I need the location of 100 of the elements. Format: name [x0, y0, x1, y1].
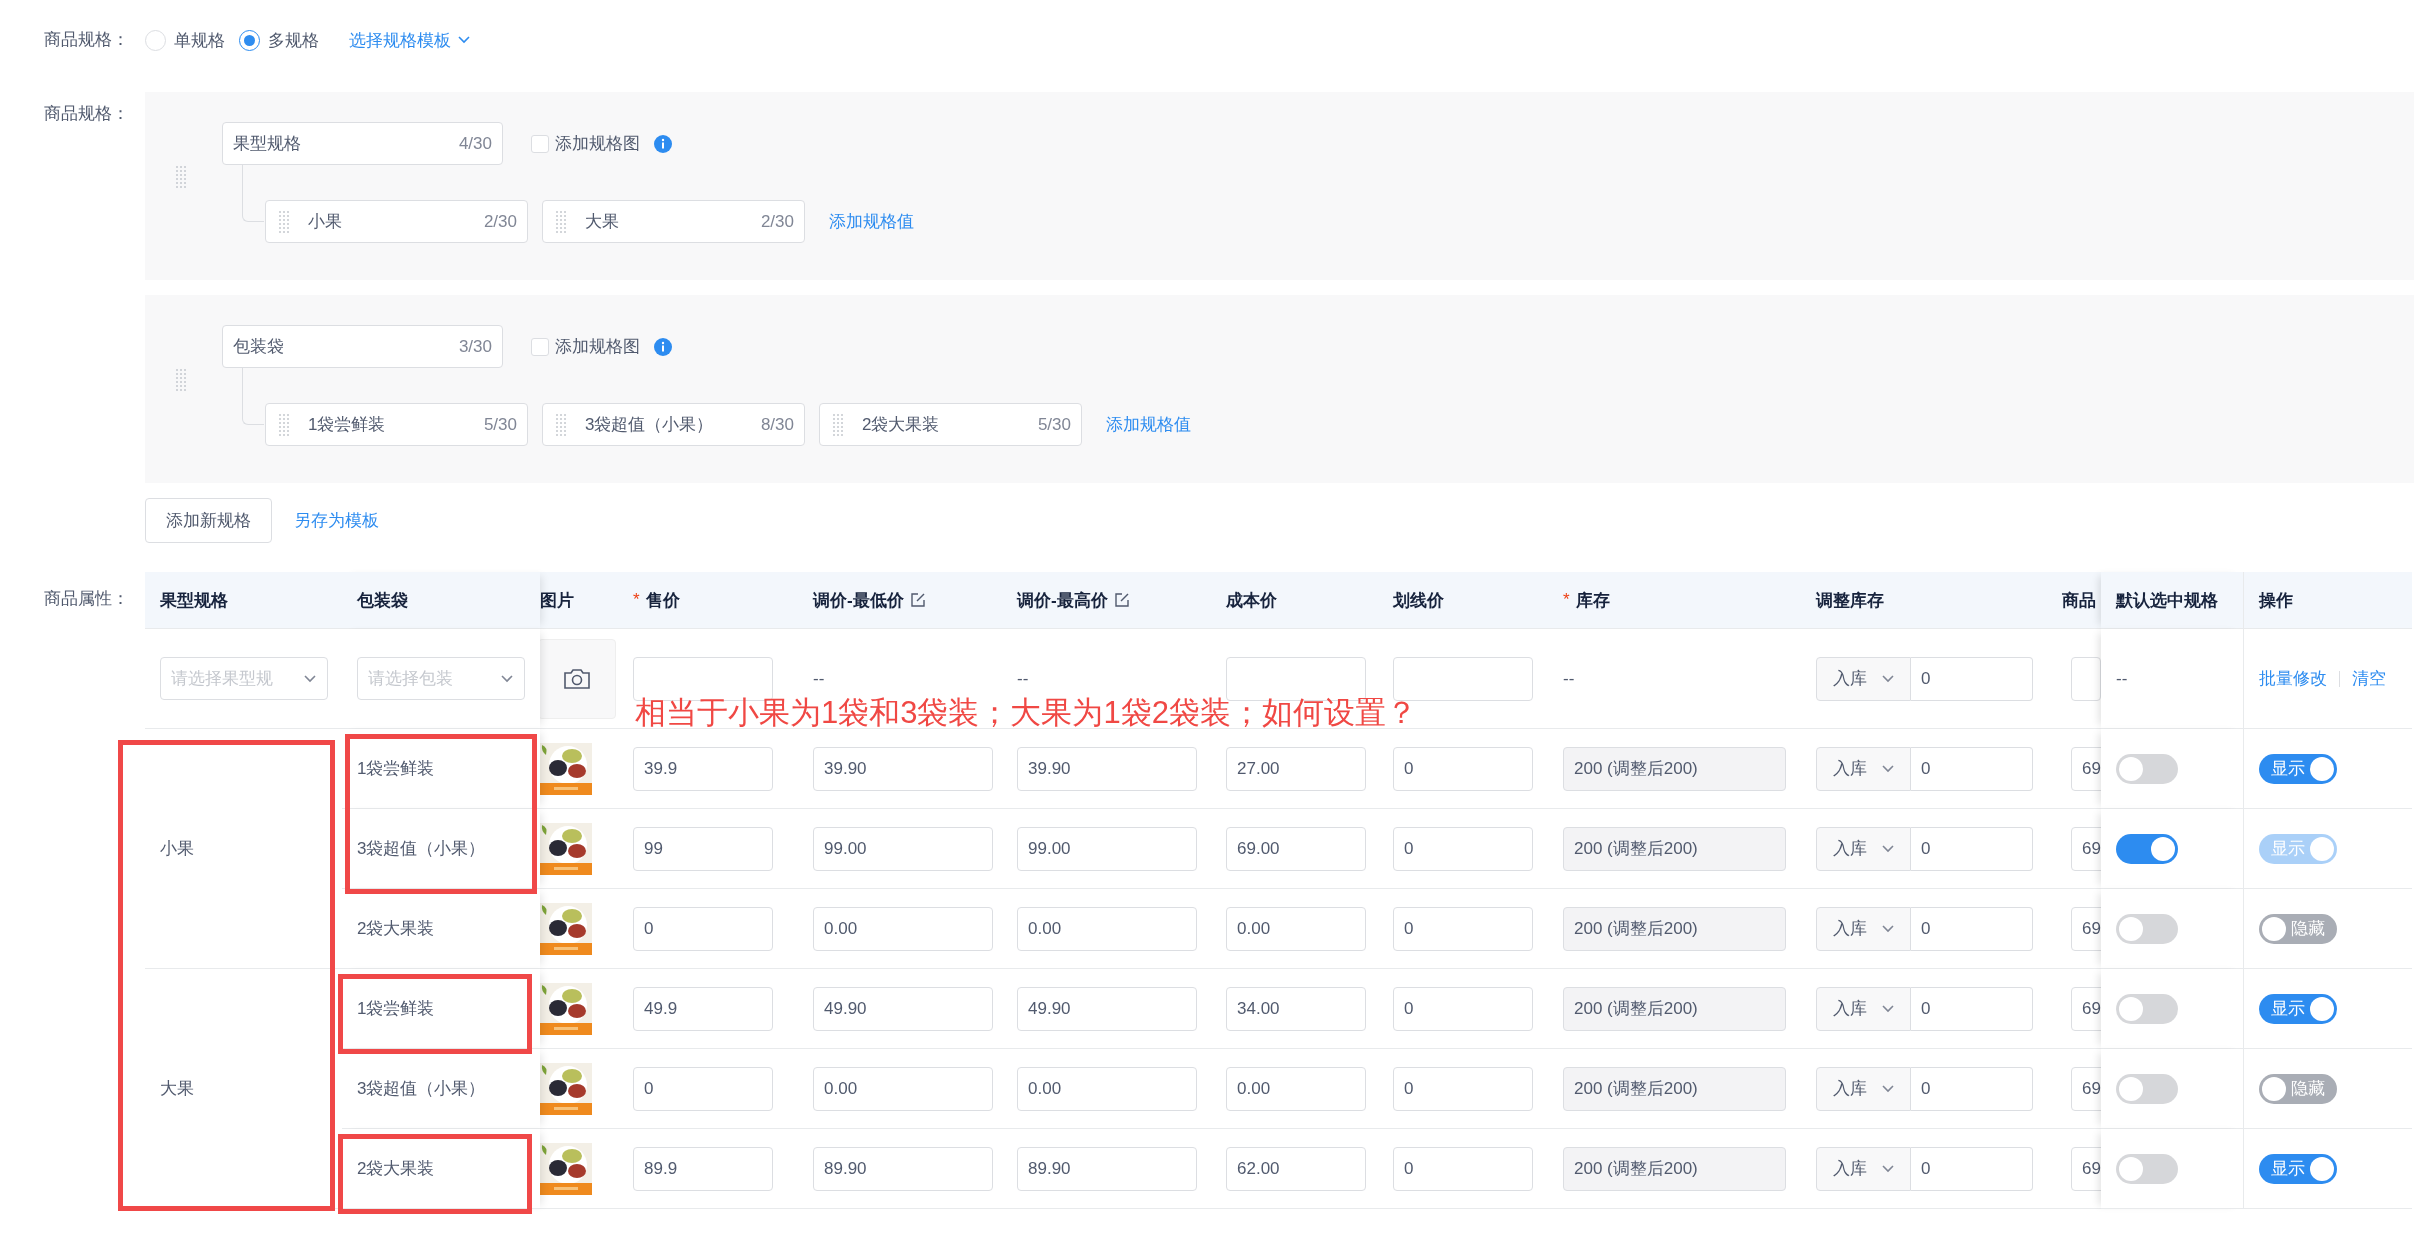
template-dropdown-link[interactable]: 选择规格模板 — [349, 28, 471, 52]
quantity-field[interactable]: 0 — [1911, 746, 2033, 791]
quantity-field[interactable]: 0 — [1911, 656, 2033, 701]
edit-icon[interactable] — [909, 592, 926, 608]
radio-button[interactable] — [239, 29, 260, 51]
spec-name-field[interactable]: 果型规格 4/30 — [222, 122, 503, 165]
code-field[interactable]: 69 — [2071, 906, 2101, 951]
code-field[interactable]: 69 — [2071, 1146, 2101, 1191]
stock-type-select[interactable]: 入库 — [1816, 656, 1911, 701]
line-price-field[interactable] — [1393, 656, 1533, 701]
add-spec-button[interactable]: 添加新规格 — [145, 498, 272, 543]
price-field[interactable]: 0 — [633, 906, 773, 951]
action-link[interactable]: 清空 — [2352, 667, 2386, 690]
stock-field[interactable]: 200 (调整后200) — [1563, 906, 1786, 951]
info-icon[interactable] — [654, 337, 672, 356]
stock-field[interactable]: 200 (调整后200) — [1563, 826, 1786, 871]
quantity-field[interactable]: 0 — [1911, 826, 2033, 871]
quantity-field[interactable]: 0 — [1911, 1146, 2033, 1191]
min-price-field[interactable]: 49.90 — [813, 986, 993, 1031]
code-field[interactable]: 69 — [2071, 1066, 2101, 1111]
spec-value-field[interactable]: 3袋超值（小果） 8/30 — [542, 403, 805, 446]
cost-field[interactable]: 27.00 — [1226, 746, 1366, 791]
price-field[interactable]: 89.9 — [633, 1146, 773, 1191]
stock-type-select[interactable]: 入库 — [1816, 826, 1911, 871]
column-header: 库存 — [1575, 589, 1610, 612]
line-price-field[interactable]: 0 — [1393, 1066, 1533, 1111]
info-icon[interactable] — [654, 134, 672, 153]
save-template-link[interactable]: 另存为模板 — [294, 509, 379, 532]
drag-handle-icon[interactable] — [278, 210, 290, 233]
spec-value-field[interactable]: 1袋尝鲜装 5/30 — [265, 403, 528, 446]
price-field[interactable]: 39.9 — [633, 746, 773, 791]
checkbox[interactable] — [531, 134, 549, 153]
chevron-down-icon — [1880, 923, 1895, 934]
stock-field[interactable]: 200 (调整后200) — [1563, 1146, 1786, 1191]
spec-value-field[interactable]: 2袋大果装 5/30 — [819, 403, 1082, 446]
max-price-field[interactable]: 89.90 — [1017, 1146, 1197, 1191]
drag-handle-icon[interactable] — [555, 413, 567, 436]
cost-field[interactable]: 0.00 — [1226, 1066, 1366, 1111]
price-field[interactable]: 0 — [633, 1066, 773, 1111]
drag-handle-icon[interactable] — [175, 165, 187, 188]
default-toggle[interactable] — [2116, 833, 2178, 864]
field-label: 商品属性： — [44, 588, 130, 610]
line-price-field[interactable]: 0 — [1393, 986, 1533, 1031]
drag-handle-icon[interactable] — [278, 413, 290, 436]
min-price-field[interactable]: 0.00 — [813, 1066, 993, 1111]
max-price-field[interactable]: 0.00 — [1017, 906, 1197, 951]
stock-type-select[interactable]: 入库 — [1816, 906, 1911, 951]
checkbox[interactable] — [531, 337, 549, 356]
code-field[interactable] — [2071, 656, 2101, 701]
drag-handle-icon[interactable] — [175, 368, 187, 391]
default-toggle[interactable] — [2116, 993, 2178, 1024]
cost-field[interactable]: 69.00 — [1226, 826, 1366, 871]
column-header: 包装袋 — [357, 589, 408, 612]
spec-name-field[interactable]: 包装袋 3/30 — [222, 325, 503, 368]
stock-field[interactable]: 200 (调整后200) — [1563, 1066, 1786, 1111]
cost-field[interactable]: 34.00 — [1226, 986, 1366, 1031]
radio-label[interactable]: 单规格 — [174, 28, 225, 52]
stock-type-select[interactable]: 入库 — [1816, 1066, 1911, 1111]
default-toggle[interactable] — [2116, 753, 2178, 784]
min-price-field[interactable]: 39.90 — [813, 746, 993, 791]
code-field[interactable]: 69 — [2071, 986, 2101, 1031]
action-link[interactable]: 批量修改 — [2259, 667, 2327, 690]
code-field[interactable]: 69 — [2071, 826, 2101, 871]
min-price-field[interactable]: 99.00 — [813, 826, 993, 871]
line-price-field[interactable]: 0 — [1393, 906, 1533, 951]
cost-field[interactable]: 0.00 — [1226, 906, 1366, 951]
min-price-field[interactable]: 0.00 — [813, 906, 993, 951]
stock-type-select[interactable]: 入库 — [1816, 1146, 1911, 1191]
price-field[interactable]: 49.9 — [633, 986, 773, 1031]
line-price-field[interactable]: 0 — [1393, 826, 1533, 871]
drag-handle-icon[interactable] — [555, 210, 567, 233]
stock-type-select[interactable]: 入库 — [1816, 746, 1911, 791]
spec-value-field[interactable]: 大果 2/30 — [542, 200, 805, 243]
price-field[interactable]: 99 — [633, 826, 773, 871]
quantity-field[interactable]: 0 — [1911, 1066, 2033, 1111]
edit-icon[interactable] — [1113, 592, 1130, 608]
line-price-field[interactable]: 0 — [1393, 746, 1533, 791]
quantity-field[interactable]: 0 — [1911, 986, 2033, 1031]
min-price-field[interactable]: 89.90 — [813, 1146, 993, 1191]
radio-label[interactable]: 多规格 — [268, 28, 319, 52]
default-toggle[interactable] — [2116, 1073, 2178, 1104]
image-upload-button[interactable] — [540, 638, 616, 719]
stock-field[interactable]: 200 (调整后200) — [1563, 986, 1786, 1031]
default-toggle[interactable] — [2116, 1153, 2178, 1184]
max-price-field[interactable]: 49.90 — [1017, 986, 1197, 1031]
stock-type-select[interactable]: 入库 — [1816, 986, 1911, 1031]
spec-value-field[interactable]: 小果 2/30 — [265, 200, 528, 243]
cost-field[interactable]: 62.00 — [1226, 1146, 1366, 1191]
quantity-field[interactable]: 0 — [1911, 906, 2033, 951]
checkbox-label[interactable]: 添加规格图 — [555, 335, 640, 358]
line-price-field[interactable]: 0 — [1393, 1146, 1533, 1191]
max-price-field[interactable]: 39.90 — [1017, 746, 1197, 791]
max-price-field[interactable]: 99.00 — [1017, 826, 1197, 871]
default-toggle[interactable] — [2116, 913, 2178, 944]
drag-handle-icon[interactable] — [832, 413, 844, 436]
stock-field[interactable]: 200 (调整后200) — [1563, 746, 1786, 791]
column-header: 调价-最高价 — [1017, 589, 1108, 612]
max-price-field[interactable]: 0.00 — [1017, 1066, 1197, 1111]
checkbox-label[interactable]: 添加规格图 — [555, 132, 640, 155]
code-field[interactable]: 69 — [2071, 746, 2101, 791]
